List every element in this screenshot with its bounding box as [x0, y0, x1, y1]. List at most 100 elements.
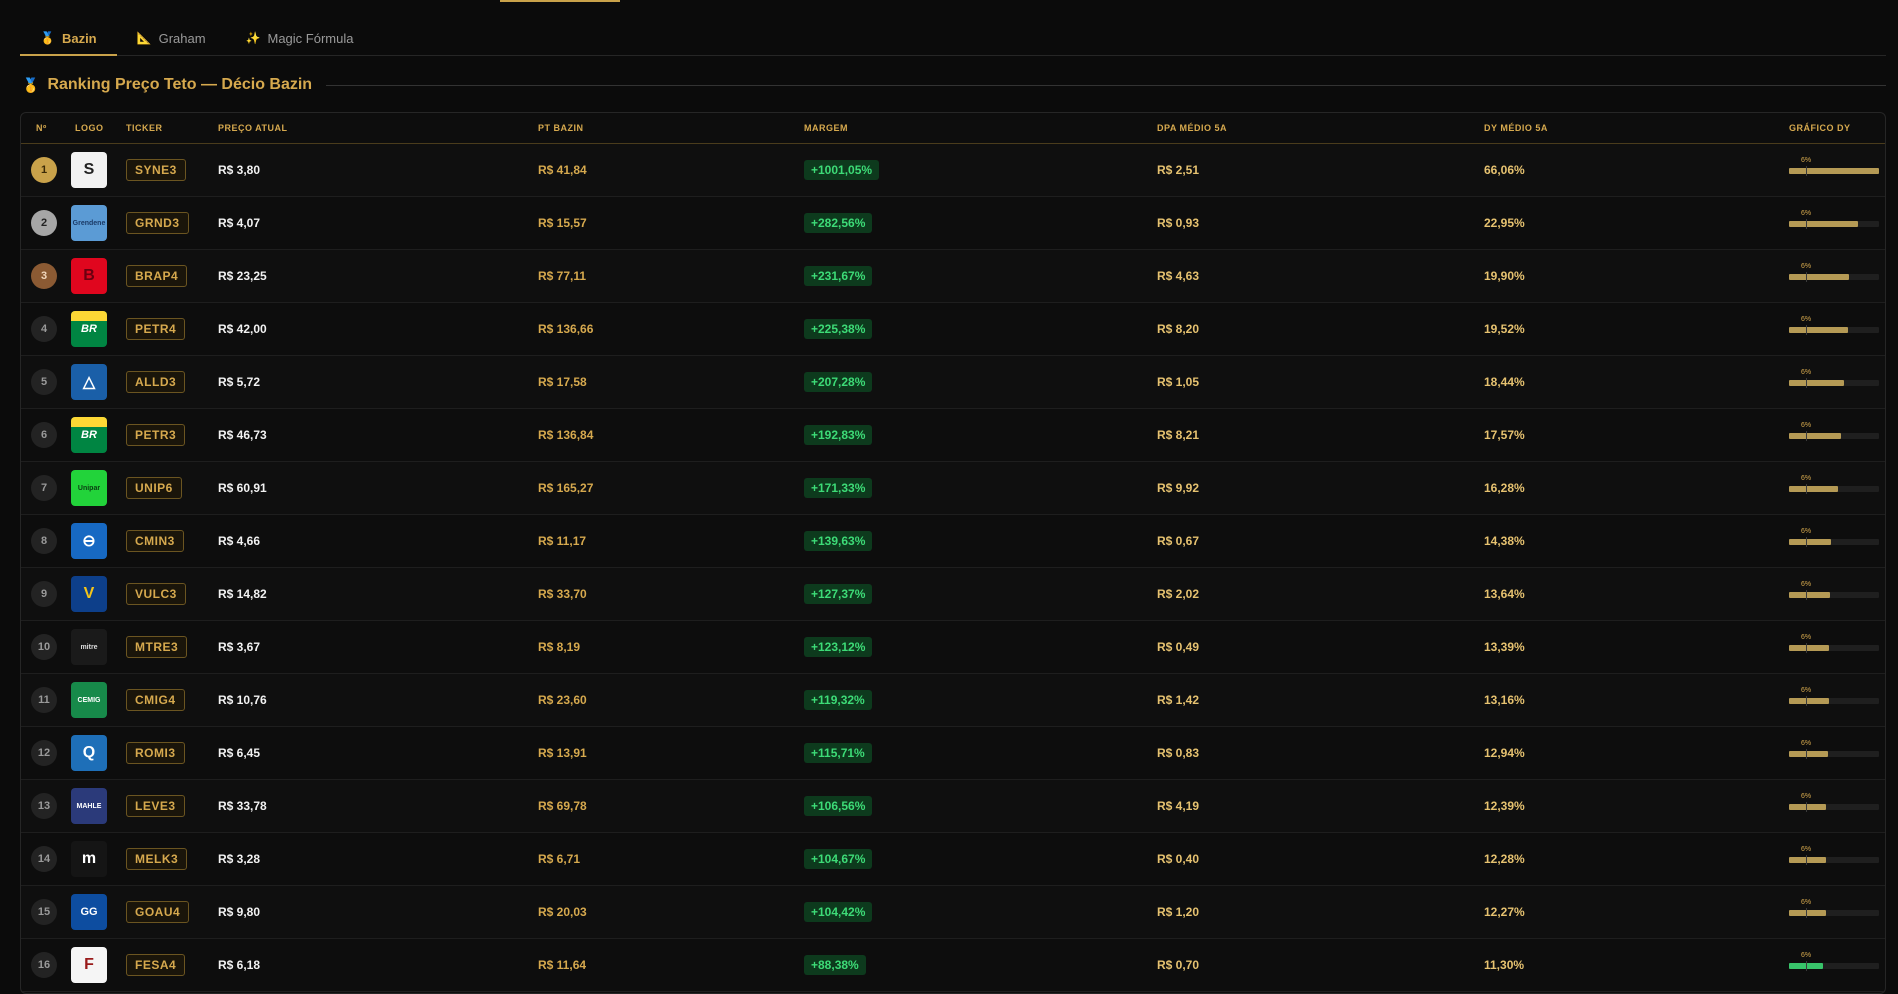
company-logo[interactable]: B — [71, 258, 107, 294]
table-row[interactable]: 12 Q ROMI3 R$ 6,45 R$ 13,91 +115,71% R$ … — [21, 726, 1885, 780]
dy-bar-marker — [1806, 166, 1807, 176]
table-row[interactable]: 14 m MELK3 R$ 3,28 R$ 6,71 +104,67% R$ 0… — [21, 832, 1885, 886]
company-logo[interactable]: MAHLE — [71, 788, 107, 824]
company-logo[interactable]: Unipar — [71, 470, 107, 506]
company-logo[interactable]: m — [71, 841, 107, 877]
rank-badge: 3 — [31, 263, 57, 289]
pt-bazin: R$ 23,60 — [538, 673, 804, 727]
dy-average: 66,06% — [1484, 143, 1789, 197]
logo-mark: BR — [81, 429, 97, 441]
logo-mark: CEMIG — [77, 696, 101, 704]
dy-chart-label: 6% — [1801, 952, 1812, 959]
col-dy[interactable]: DY MÉDIO 5A — [1484, 113, 1789, 144]
tab-magic-fórmula[interactable]: ✨ Magic Fórmula — [226, 22, 374, 54]
company-logo[interactable]: BR — [71, 417, 107, 453]
pt-bazin: R$ 136,84 — [538, 408, 804, 462]
ticker-badge[interactable]: CMIN3 — [126, 530, 184, 552]
table-row[interactable]: 7 Unipar UNIP6 R$ 60,91 R$ 165,27 +171,3… — [21, 461, 1885, 515]
dy-chart-label: 6% — [1801, 475, 1812, 482]
company-logo[interactable]: CEMIG — [71, 682, 107, 718]
dy-bar-track — [1789, 961, 1879, 971]
table-row[interactable]: 9 V VULC3 R$ 14,82 R$ 33,70 +127,37% R$ … — [21, 567, 1885, 621]
margin-badge: +231,67% — [804, 266, 873, 286]
col-logo[interactable]: LOGO — [71, 113, 126, 144]
tab-bazin[interactable]: 🥇 Bazin — [20, 22, 117, 56]
table-row[interactable]: 16 F FESA4 R$ 6,18 R$ 11,64 +88,38% R$ 0… — [21, 938, 1885, 992]
table-row[interactable]: 8 ⊖ CMIN3 R$ 4,66 R$ 11,17 +139,63% R$ 0… — [21, 514, 1885, 568]
current-price: R$ 60,91 — [218, 461, 538, 515]
ticker-badge[interactable]: MELK3 — [126, 848, 188, 870]
table-row[interactable]: 15 GG GOAU4 R$ 9,80 R$ 20,03 +104,42% R$… — [21, 885, 1885, 939]
company-logo[interactable]: ⊖ — [71, 523, 107, 559]
dy-average: 16,28% — [1484, 461, 1789, 515]
current-price: R$ 3,28 — [218, 832, 538, 886]
table-row[interactable]: 13 MAHLE LEVE3 R$ 33,78 R$ 69,78 +106,56… — [21, 779, 1885, 833]
ticker-badge[interactable]: PETR3 — [126, 424, 186, 446]
tab-icon: ✨ — [245, 31, 261, 45]
ticker-badge[interactable]: PETR4 — [126, 318, 186, 340]
table-row[interactable]: 6 BR PETR3 R$ 46,73 R$ 136,84 +192,83% R… — [21, 408, 1885, 462]
ticker-badge[interactable]: CMIG4 — [126, 689, 185, 711]
table-row[interactable]: 11 CEMIG CMIG4 R$ 10,76 R$ 23,60 +119,32… — [21, 673, 1885, 727]
table-row[interactable]: 1 S SYNE3 R$ 3,80 R$ 41,84 +1001,05% R$ … — [21, 143, 1885, 197]
ticker-badge[interactable]: FESA4 — [126, 954, 186, 976]
logo-mark: F — [84, 956, 94, 973]
company-logo[interactable]: Grendene — [71, 205, 107, 241]
company-logo[interactable]: F — [71, 947, 107, 983]
dy-bar-fill — [1789, 910, 1826, 916]
ticker-badge[interactable]: MTRE3 — [126, 636, 188, 658]
col-ticker[interactable]: TICKER — [126, 113, 218, 144]
ticker-badge[interactable]: GRND3 — [126, 212, 189, 234]
ticker-badge[interactable]: UNIP6 — [126, 477, 182, 499]
dy-average: 12,28% — [1484, 832, 1789, 886]
tab-graham[interactable]: 📐 Graham — [117, 22, 226, 54]
pt-bazin: R$ 17,58 — [538, 355, 804, 409]
company-logo[interactable]: S — [71, 152, 107, 188]
rank-badge: 13 — [31, 793, 57, 819]
ticker-badge[interactable]: VULC3 — [126, 583, 186, 605]
company-logo[interactable]: V — [71, 576, 107, 612]
company-logo[interactable]: BR — [71, 311, 107, 347]
margin-badge: +1001,05% — [804, 160, 880, 180]
dy-chart: 6% — [1789, 581, 1879, 600]
tab-icon: 🥇 — [40, 31, 55, 45]
company-logo[interactable]: GG — [71, 894, 107, 930]
col-price[interactable]: PREÇO ATUAL — [218, 113, 538, 144]
table-row[interactable]: 10 mitre MTRE3 R$ 3,67 R$ 8,19 +123,12% … — [21, 620, 1885, 674]
company-logo[interactable]: △ — [71, 364, 107, 400]
dy-bar-fill — [1789, 486, 1838, 492]
dy-chart-label: 6% — [1801, 846, 1812, 853]
dy-average: 13,39% — [1484, 620, 1789, 674]
ticker-badge[interactable]: BRAP4 — [126, 265, 188, 287]
pt-bazin: R$ 77,11 — [538, 249, 804, 303]
ticker-badge[interactable]: ALLD3 — [126, 371, 186, 393]
table-row[interactable]: 5 △ ALLD3 R$ 5,72 R$ 17,58 +207,28% R$ 1… — [21, 355, 1885, 409]
table-row[interactable]: 3 B BRAP4 R$ 23,25 R$ 77,11 +231,67% R$ … — [21, 249, 1885, 303]
table-row[interactable]: 2 Grendene GRND3 R$ 4,07 R$ 15,57 +282,5… — [21, 196, 1885, 250]
dy-average: 14,38% — [1484, 514, 1789, 568]
dy-bar-fill — [1789, 751, 1828, 757]
rank-badge: 1 — [31, 157, 57, 183]
dy-average: 22,95% — [1484, 196, 1789, 250]
ticker-badge[interactable]: GOAU4 — [126, 901, 190, 923]
rank-badge: 11 — [31, 687, 57, 713]
ticker-badge[interactable]: ROMI3 — [126, 742, 185, 764]
ticker-badge[interactable]: SYNE3 — [126, 159, 186, 181]
current-price: R$ 23,25 — [218, 249, 538, 303]
dy-bar-marker — [1806, 431, 1807, 441]
margin-badge: +88,38% — [804, 955, 866, 975]
ticker-badge[interactable]: LEVE3 — [126, 795, 185, 817]
dy-chart: 6% — [1789, 210, 1879, 229]
company-logo[interactable]: Q — [71, 735, 107, 771]
pt-bazin: R$ 11,17 — [538, 514, 804, 568]
col-dy-chart[interactable]: GRÁFICO DY — [1789, 113, 1885, 144]
dy-bar-marker — [1806, 484, 1807, 494]
col-margin[interactable]: MARGEM — [804, 113, 1157, 144]
dy-bar-fill — [1789, 857, 1826, 863]
col-pt-bazin[interactable]: PT BAZIN — [538, 113, 804, 144]
dy-bar-track — [1789, 219, 1879, 229]
col-rank[interactable]: Nº — [21, 113, 71, 144]
company-logo[interactable]: mitre — [71, 629, 107, 665]
table-row[interactable]: 4 BR PETR4 R$ 42,00 R$ 136,66 +225,38% R… — [21, 302, 1885, 356]
col-dpa[interactable]: DPA MÉDIO 5A — [1157, 113, 1484, 144]
